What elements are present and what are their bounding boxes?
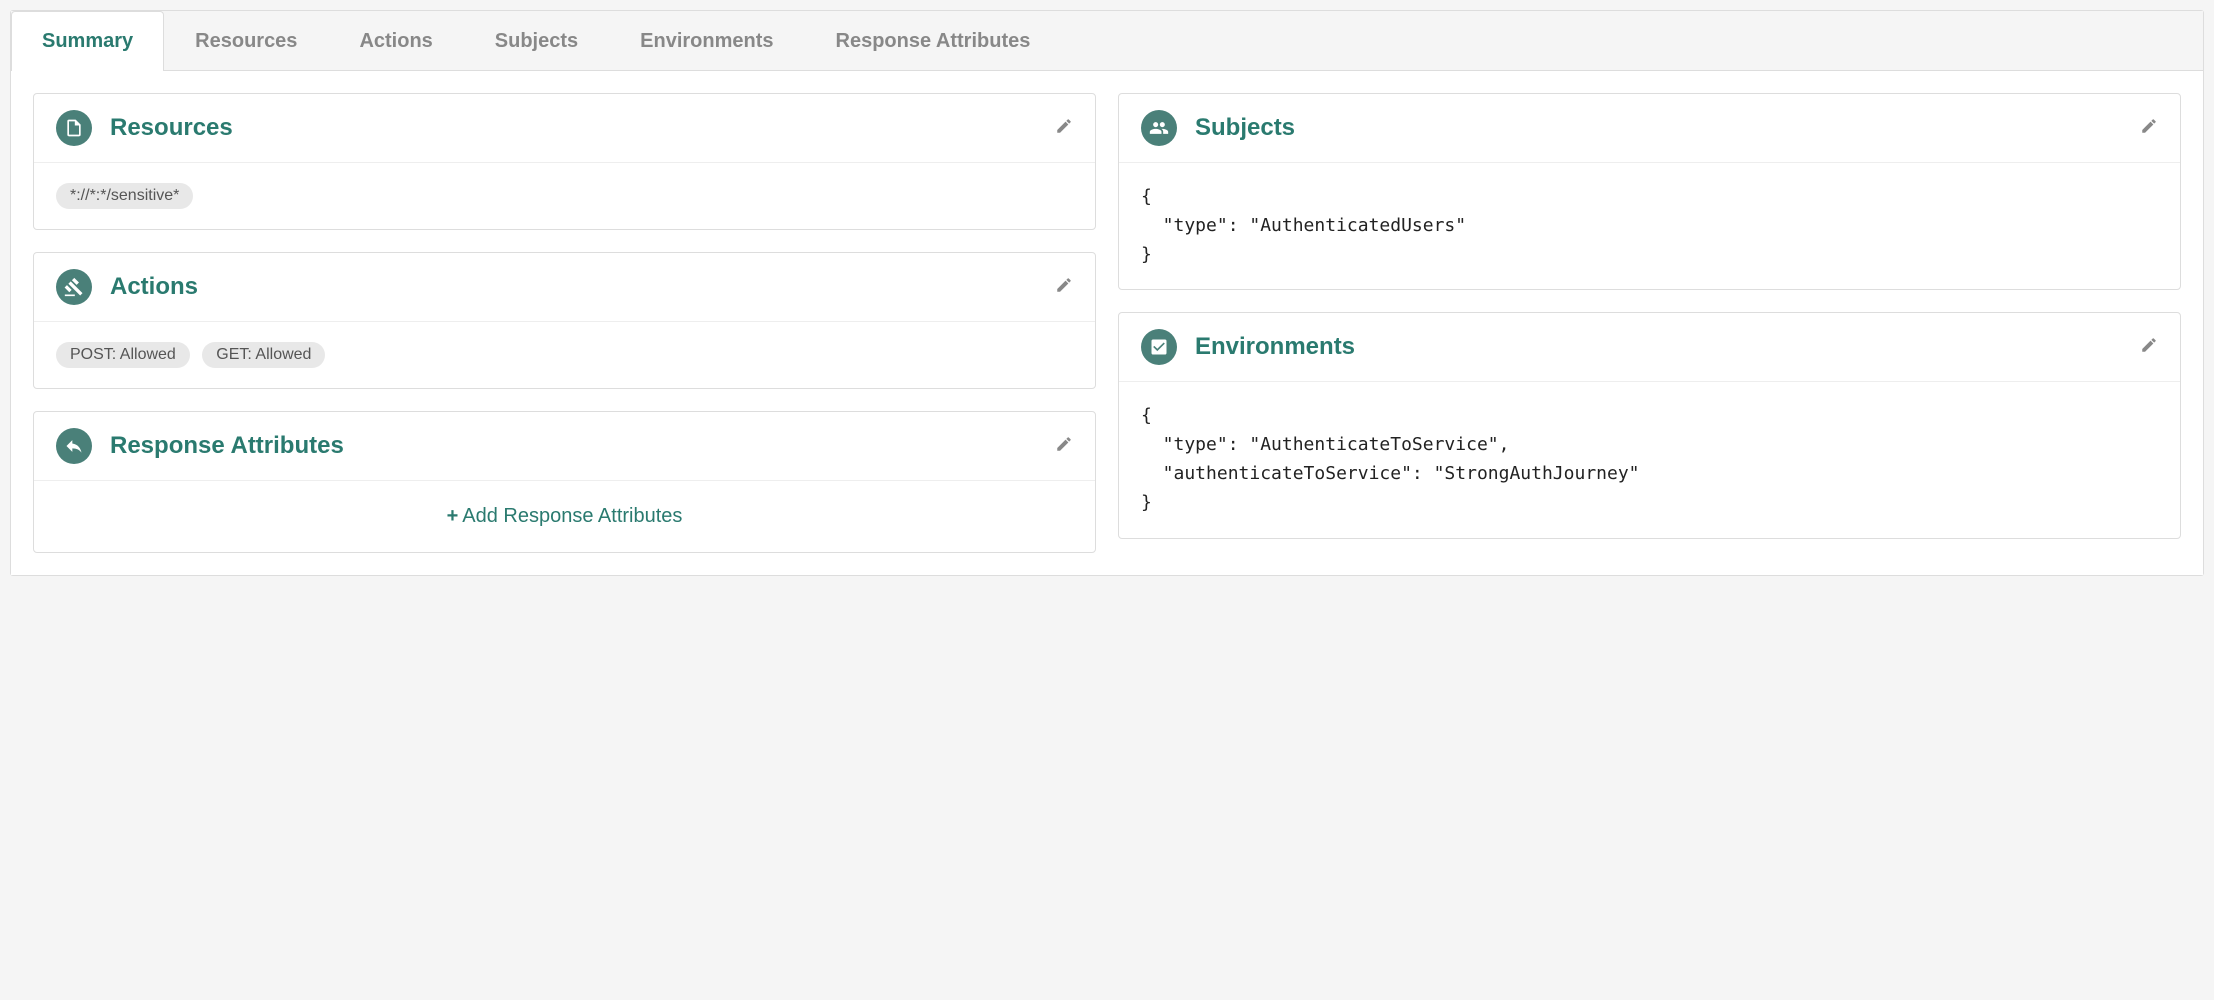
- tab-response-attributes[interactable]: Response Attributes: [805, 11, 1062, 71]
- response-attributes-title: Response Attributes: [110, 432, 1055, 460]
- tab-bar: Summary Resources Actions Subjects Envir…: [11, 11, 2203, 71]
- summary-content: Resources *://*:*/sensitive* Actions: [11, 71, 2203, 575]
- subjects-code: { "type": "AuthenticatedUsers" }: [1141, 183, 2158, 269]
- response-attributes-header: Response Attributes: [34, 412, 1095, 481]
- environments-code: { "type": "AuthenticateToService", "auth…: [1141, 402, 2158, 517]
- right-column: Subjects { "type": "AuthenticatedUsers" …: [1118, 93, 2181, 553]
- pencil-icon: [2140, 117, 2158, 135]
- tab-subjects[interactable]: Subjects: [464, 11, 609, 71]
- actions-header: Actions: [34, 253, 1095, 322]
- users-icon: [1141, 110, 1177, 146]
- actions-panel: Actions POST: Allowed GET: Allowed: [33, 252, 1096, 389]
- plus-icon: +: [447, 505, 459, 527]
- add-response-attributes-button[interactable]: +Add Response Attributes: [34, 481, 1095, 552]
- resources-title: Resources: [110, 114, 1055, 142]
- resources-body: *://*:*/sensitive*: [34, 163, 1095, 229]
- subjects-body: { "type": "AuthenticatedUsers" }: [1119, 163, 2180, 289]
- edit-subjects-button[interactable]: [2140, 117, 2158, 140]
- reply-icon: [56, 428, 92, 464]
- environments-header: Environments: [1119, 313, 2180, 382]
- subjects-title: Subjects: [1195, 114, 2140, 142]
- pencil-icon: [2140, 336, 2158, 354]
- resource-chip: *://*:*/sensitive*: [56, 183, 193, 209]
- subjects-panel: Subjects { "type": "AuthenticatedUsers" …: [1118, 93, 2181, 290]
- left-column: Resources *://*:*/sensitive* Actions: [33, 93, 1096, 553]
- gavel-icon: [56, 269, 92, 305]
- tab-summary[interactable]: Summary: [11, 11, 164, 71]
- edit-resources-button[interactable]: [1055, 117, 1073, 140]
- environments-title: Environments: [1195, 333, 2140, 361]
- actions-body: POST: Allowed GET: Allowed: [34, 322, 1095, 388]
- document-icon: [56, 110, 92, 146]
- tab-resources[interactable]: Resources: [164, 11, 328, 71]
- subjects-header: Subjects: [1119, 94, 2180, 163]
- environments-body: { "type": "AuthenticateToService", "auth…: [1119, 382, 2180, 537]
- edit-actions-button[interactable]: [1055, 276, 1073, 299]
- tab-actions[interactable]: Actions: [328, 11, 463, 71]
- environments-panel: Environments { "type": "AuthenticateToSe…: [1118, 312, 2181, 538]
- edit-environments-button[interactable]: [2140, 336, 2158, 359]
- pencil-icon: [1055, 435, 1073, 453]
- pencil-icon: [1055, 276, 1073, 294]
- add-response-attributes-label: Add Response Attributes: [462, 505, 682, 527]
- policy-editor: Summary Resources Actions Subjects Envir…: [10, 10, 2204, 576]
- check-square-icon: [1141, 329, 1177, 365]
- pencil-icon: [1055, 117, 1073, 135]
- tab-environments[interactable]: Environments: [609, 11, 804, 71]
- action-chip: GET: Allowed: [202, 342, 325, 368]
- resources-panel: Resources *://*:*/sensitive*: [33, 93, 1096, 230]
- actions-title: Actions: [110, 273, 1055, 301]
- edit-response-attributes-button[interactable]: [1055, 435, 1073, 458]
- response-attributes-panel: Response Attributes +Add Response Attrib…: [33, 411, 1096, 553]
- action-chip: POST: Allowed: [56, 342, 190, 368]
- resources-header: Resources: [34, 94, 1095, 163]
